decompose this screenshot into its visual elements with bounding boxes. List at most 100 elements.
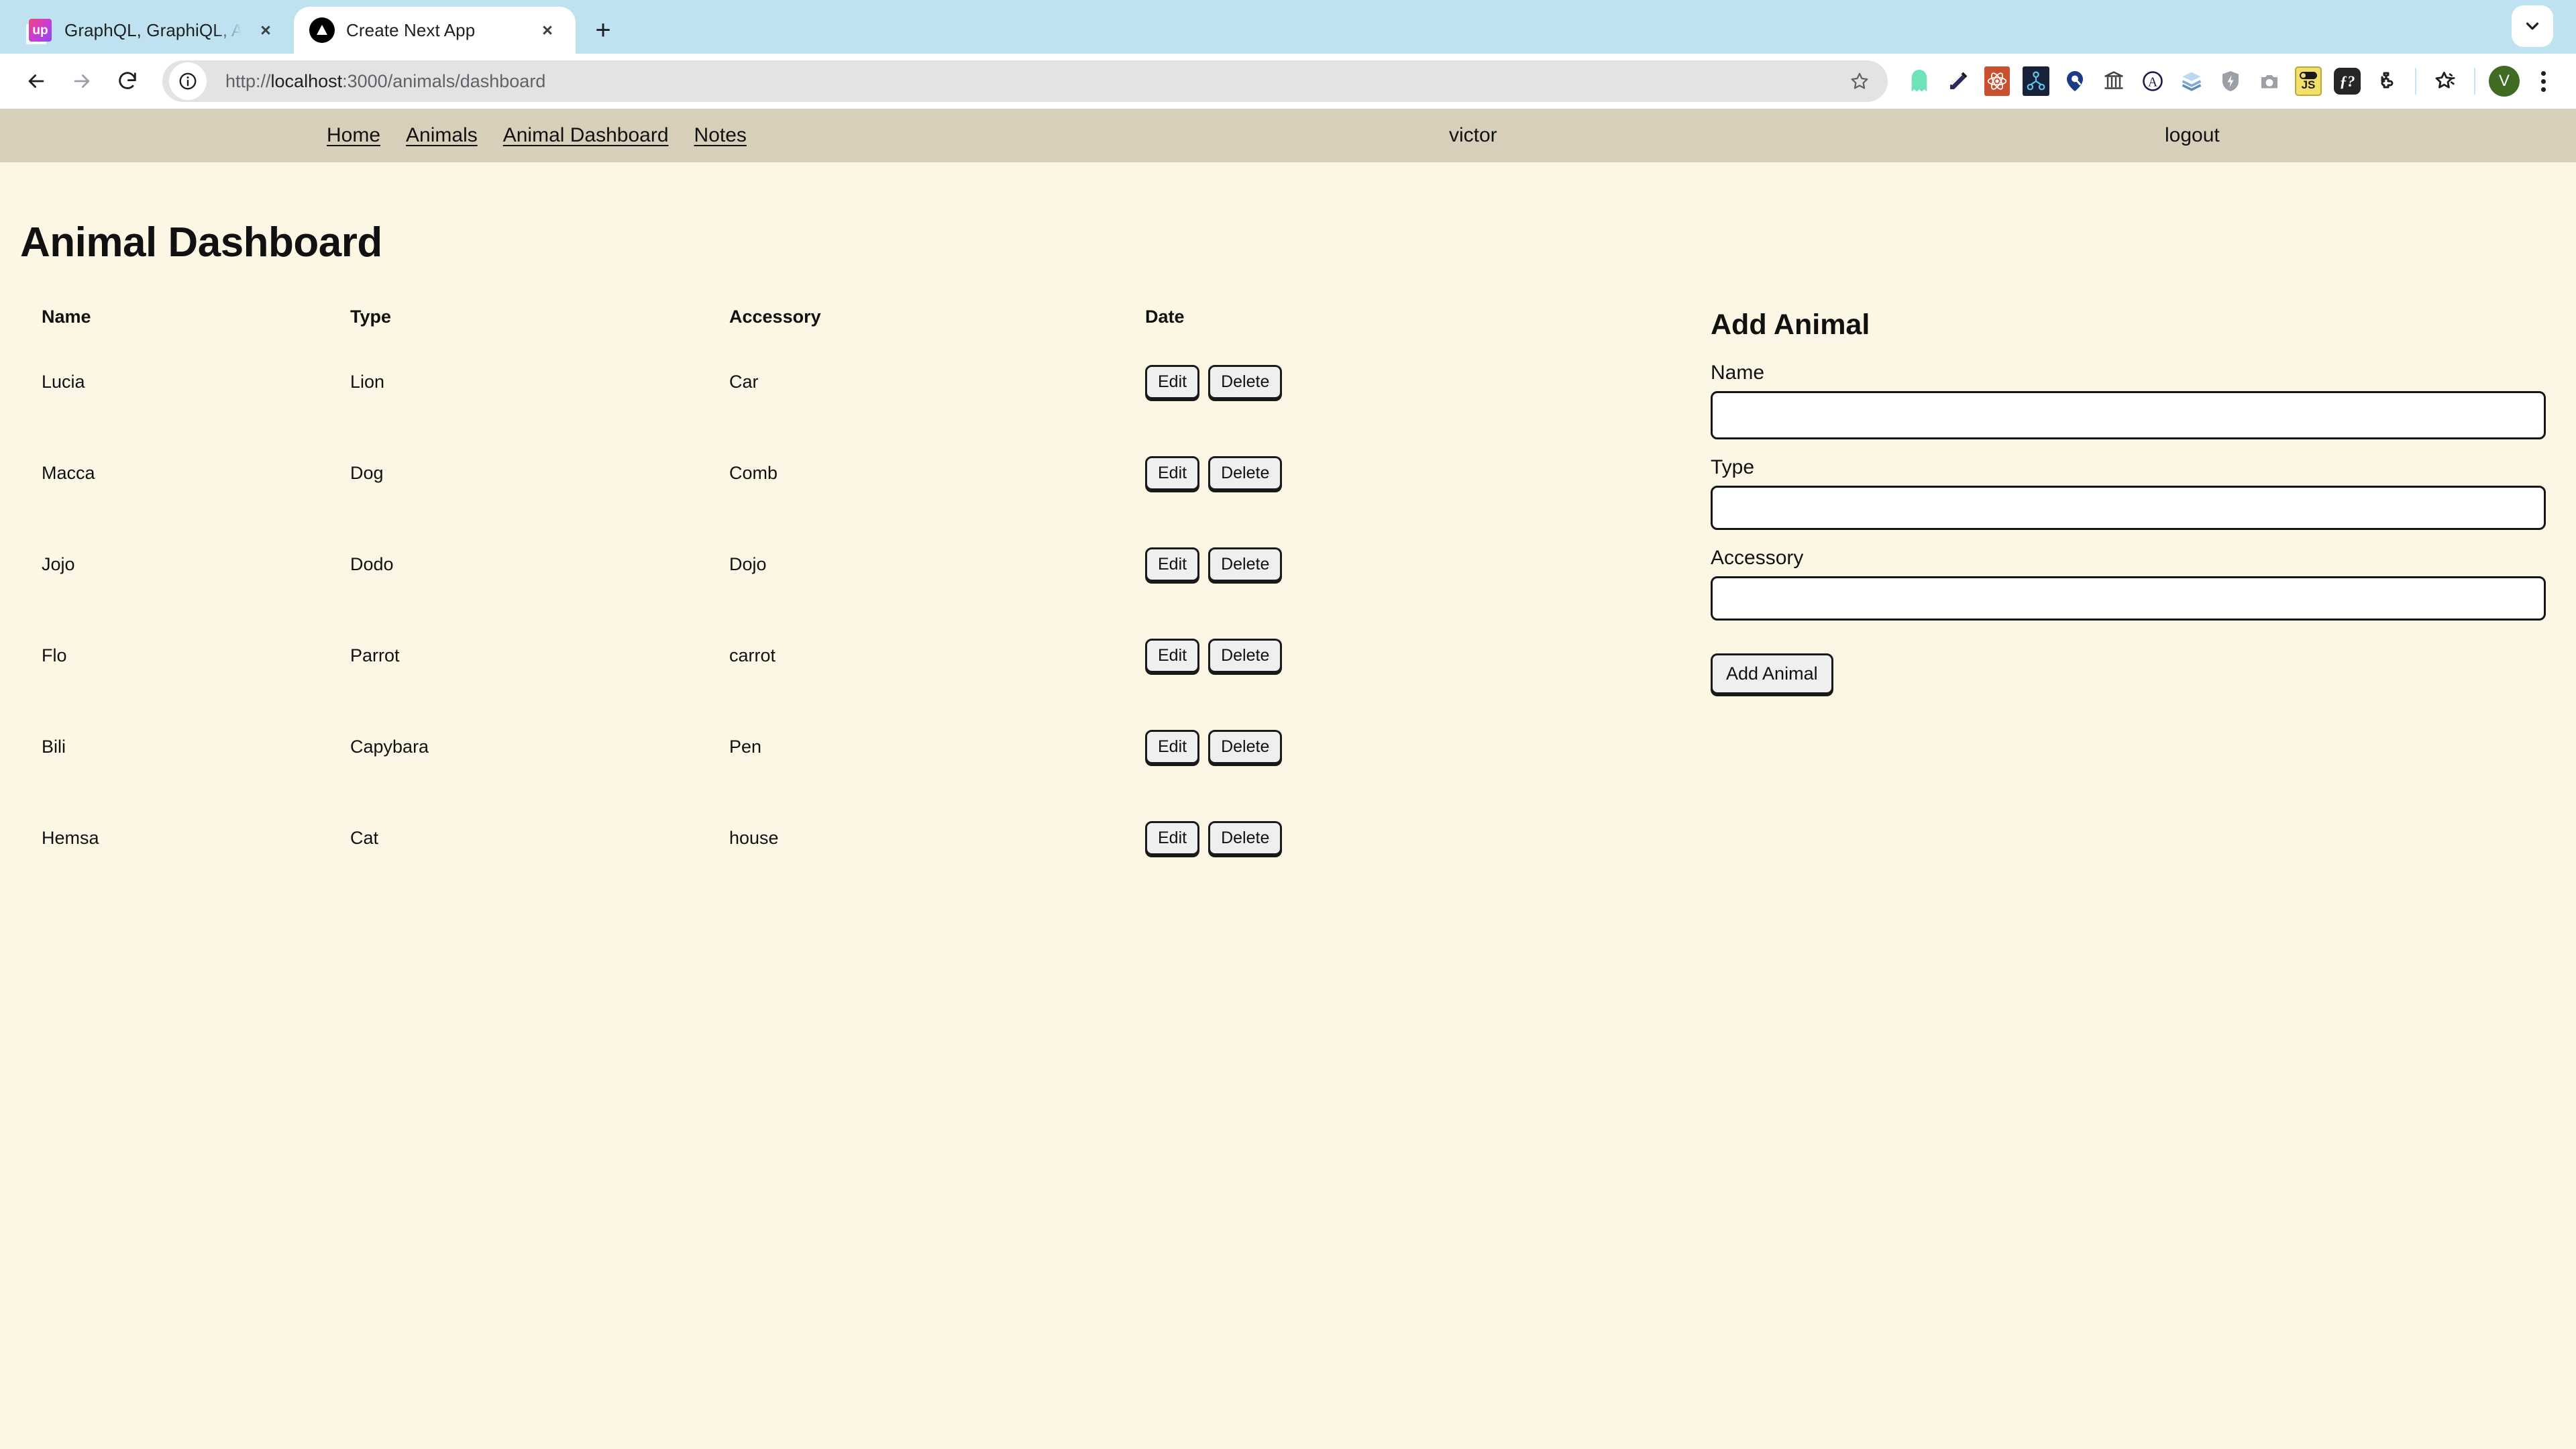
url-scheme: http://	[225, 71, 271, 91]
tab-title: Create Next App	[346, 20, 523, 41]
tab-title: GraphQL, GraphiQL, Apollo C	[64, 20, 241, 41]
address-bar[interactable]: http://localhost:3000/animals/dashboard	[162, 60, 1888, 102]
table-head: Name Type Accessory Date	[42, 307, 1356, 336]
animals-table: Name Type Accessory Date Lucia Lion Car	[42, 307, 1356, 883]
bookmark-star-icon[interactable]	[1841, 62, 1878, 100]
archive-extension-icon[interactable]	[2094, 62, 2133, 101]
cell-actions: Edit Delete	[1145, 610, 1356, 701]
ghostery-extension-icon[interactable]	[1900, 62, 1939, 101]
cell-type: Capybara	[350, 701, 729, 792]
nextjs-triangle-icon	[309, 17, 335, 44]
extension-toolbar: A	[1900, 62, 2563, 101]
delete-button[interactable]: Delete	[1208, 547, 1282, 582]
delete-button[interactable]: Delete	[1208, 365, 1282, 399]
cell-actions: Edit Delete	[1145, 701, 1356, 792]
cell-type: Parrot	[350, 610, 729, 701]
shield-extension-icon[interactable]	[2211, 62, 2250, 101]
label-name: Name	[1711, 362, 2546, 384]
cell-accessory: Comb	[729, 427, 1145, 519]
cell-name: Jojo	[42, 519, 350, 610]
react-devtools-extension-icon[interactable]	[1978, 62, 2017, 101]
browser-tab-create-next-app[interactable]: Create Next App ×	[294, 7, 576, 54]
eyedropper-extension-icon[interactable]	[1939, 62, 1978, 101]
close-icon[interactable]: ×	[534, 17, 561, 44]
logout-button[interactable]: logout	[2165, 124, 2220, 147]
edit-button[interactable]: Edit	[1145, 639, 1199, 673]
page-viewport: Home Animals Animal Dashboard Notes vict…	[0, 109, 2576, 1449]
back-arrow-icon[interactable]	[13, 58, 59, 104]
edit-button[interactable]: Edit	[1145, 730, 1199, 764]
browser-window: up GraphQL, GraphiQL, Apollo C × Create …	[0, 0, 2576, 1449]
nav-links: Home Animals Animal Dashboard Notes	[327, 124, 747, 147]
table-row: Lucia Lion Car Edit Delete	[42, 336, 1356, 427]
table-row: Macca Dog Comb Edit Delete	[42, 427, 1356, 519]
cell-accessory: carrot	[729, 610, 1145, 701]
bookmark-star-icon[interactable]	[2426, 62, 2465, 101]
nav-link-animals[interactable]: Animals	[406, 124, 478, 147]
page-title: Animal Dashboard	[20, 219, 2576, 266]
screenshot-extension-icon[interactable]	[2250, 62, 2289, 101]
nav-link-notes[interactable]: Notes	[694, 124, 747, 147]
url-text[interactable]: http://localhost:3000/animals/dashboard	[225, 71, 1841, 92]
delete-button[interactable]: Delete	[1208, 821, 1282, 855]
nav-link-animal-dashboard[interactable]: Animal Dashboard	[503, 124, 669, 147]
add-animal-button[interactable]: Add Animal	[1711, 653, 1833, 694]
column-header-accessory: Accessory	[729, 307, 1145, 336]
url-host: localhost	[271, 71, 343, 91]
name-input[interactable]	[1711, 391, 2546, 439]
column-header-name: Name	[42, 307, 350, 336]
cell-name: Macca	[42, 427, 350, 519]
close-icon[interactable]: ×	[252, 17, 279, 44]
javascript-toggle-extension-icon[interactable]: JS	[2289, 62, 2328, 101]
svg-text:A: A	[2148, 76, 2157, 90]
edit-button[interactable]: Edit	[1145, 365, 1199, 399]
avatar[interactable]: V	[2485, 62, 2524, 101]
cell-actions: Edit Delete	[1145, 792, 1356, 883]
delete-button[interactable]: Delete	[1208, 456, 1282, 490]
three-dot-menu-icon[interactable]	[2524, 62, 2563, 101]
edit-button[interactable]: Edit	[1145, 456, 1199, 490]
cell-name: Hemsa	[42, 792, 350, 883]
edit-button[interactable]: Edit	[1145, 547, 1199, 582]
cell-name: Bili	[42, 701, 350, 792]
toolbar-divider	[2474, 68, 2475, 95]
new-tab-button[interactable]: +	[584, 11, 623, 50]
label-accessory: Accessory	[1711, 547, 2546, 570]
delete-button[interactable]: Delete	[1208, 639, 1282, 673]
profile-initial: V	[2489, 66, 2520, 97]
grammar-extension-icon[interactable]: A	[2133, 62, 2172, 101]
url-path: :3000/animals/dashboard	[342, 71, 545, 91]
fontface-ninja-extension-icon[interactable]: ƒ?	[2328, 62, 2367, 101]
chevron-down-icon[interactable]	[2512, 5, 2553, 47]
column-header-date: Date	[1145, 307, 1356, 336]
cell-type: Cat	[350, 792, 729, 883]
browser-tab-graphql[interactable]: up GraphQL, GraphiQL, Apollo C ×	[12, 7, 294, 54]
table-row: Hemsa Cat house Edit Delete	[42, 792, 1356, 883]
form-title: Add Animal	[1711, 309, 2546, 341]
type-input[interactable]	[1711, 486, 2546, 530]
nav-link-home[interactable]: Home	[327, 124, 380, 147]
cell-accessory: Pen	[729, 701, 1145, 792]
cell-actions: Edit Delete	[1145, 427, 1356, 519]
site-info-icon[interactable]	[169, 62, 207, 100]
table-row: Bili Capybara Pen Edit Delete	[42, 701, 1356, 792]
add-animal-form: Add Animal Name Type Accessory Add Anima…	[1711, 307, 2576, 883]
location-pin-extension-icon[interactable]	[2055, 62, 2094, 101]
accessory-input[interactable]	[1711, 576, 2546, 621]
reload-icon[interactable]	[105, 58, 150, 104]
table-body: Lucia Lion Car Edit Delete Macca	[42, 336, 1356, 883]
delete-button[interactable]: Delete	[1208, 730, 1282, 764]
nav-username: victor	[1449, 124, 1497, 147]
table-row: Flo Parrot carrot Edit Delete	[42, 610, 1356, 701]
browser-toolbar: http://localhost:3000/animals/dashboard	[0, 54, 2576, 109]
apollo-devtools-extension-icon[interactable]	[2017, 62, 2055, 101]
site-navigation-bar: Home Animals Animal Dashboard Notes vict…	[0, 109, 2576, 162]
column-header-type: Type	[350, 307, 729, 336]
forward-arrow-icon[interactable]	[59, 58, 105, 104]
extensions-puzzle-icon[interactable]	[2367, 62, 2406, 101]
cell-accessory: Dojo	[729, 519, 1145, 610]
layers-extension-icon[interactable]	[2172, 62, 2211, 101]
cell-name: Lucia	[42, 336, 350, 427]
edit-button[interactable]: Edit	[1145, 821, 1199, 855]
cell-type: Dog	[350, 427, 729, 519]
